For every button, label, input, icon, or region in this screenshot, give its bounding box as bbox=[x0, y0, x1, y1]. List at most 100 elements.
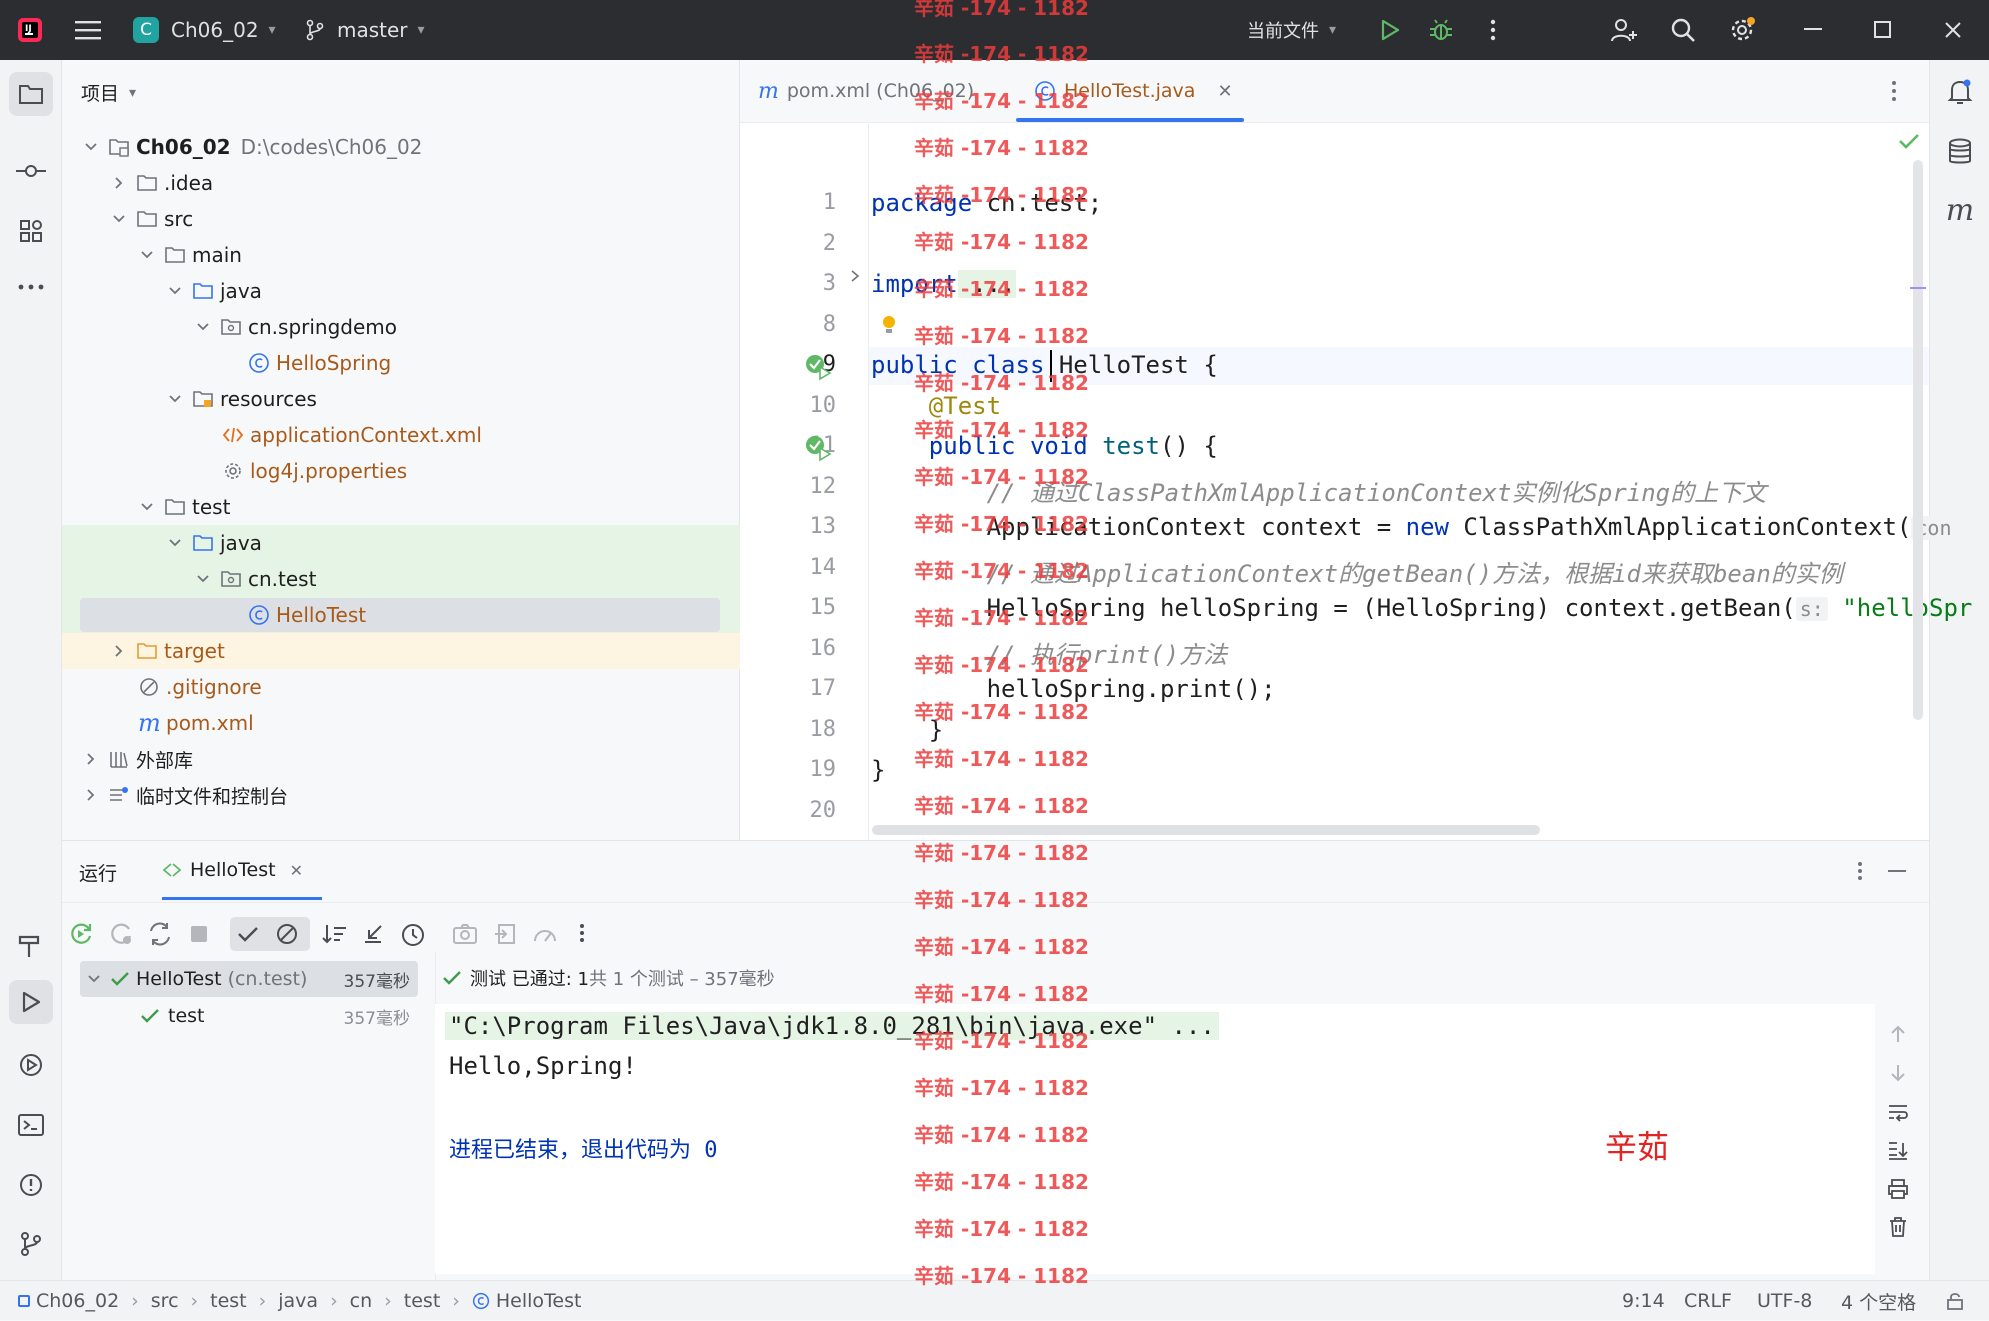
show-passed-icon[interactable] bbox=[236, 923, 260, 945]
code-line-3[interactable]: import ... bbox=[871, 270, 1016, 298]
tree-item-main-java[interactable]: java bbox=[62, 273, 740, 309]
breadcrumb-item[interactable]: java bbox=[278, 1290, 318, 1312]
settings-gear-icon[interactable] bbox=[1722, 10, 1762, 50]
maven-tool-icon[interactable]: m bbox=[1940, 190, 1980, 230]
more-tools-icon[interactable] bbox=[11, 267, 51, 307]
tree-item-test[interactable]: test bbox=[62, 489, 740, 525]
breadcrumb-item[interactable]: cn bbox=[350, 1290, 373, 1312]
tree-item-cn-test[interactable]: cn.test bbox=[62, 561, 740, 597]
tree-item-scratches[interactable]: 临时文件和控制台 bbox=[62, 777, 740, 813]
coverage-icon[interactable] bbox=[532, 923, 558, 947]
fold-chevron-icon[interactable] bbox=[848, 268, 862, 284]
tree-item-hellotest[interactable]: HelloTest bbox=[80, 598, 720, 632]
code-line-19[interactable]: } bbox=[871, 756, 885, 784]
test-tree-item-test[interactable]: test 357毫秒 bbox=[80, 998, 418, 1034]
maximize-icon[interactable] bbox=[1863, 10, 1903, 50]
breadcrumb-item[interactable]: test bbox=[404, 1290, 441, 1312]
chevron-down-icon[interactable] bbox=[110, 210, 128, 228]
tree-item-target[interactable]: target bbox=[62, 633, 740, 669]
run-test-gutter-icon[interactable] bbox=[804, 353, 832, 381]
tree-item-applicationcontext[interactable]: applicationContext.xml bbox=[62, 417, 740, 453]
main-menu-icon[interactable] bbox=[68, 10, 108, 50]
chevron-down-icon[interactable] bbox=[166, 534, 184, 552]
build-tool-icon[interactable] bbox=[11, 926, 51, 966]
git-tool-icon[interactable] bbox=[11, 1224, 51, 1264]
project-tool-icon[interactable] bbox=[9, 72, 53, 116]
database-icon[interactable] bbox=[1940, 132, 1980, 172]
rerun-icon[interactable] bbox=[68, 921, 94, 947]
console-exit-line[interactable]: 进程已结束，退出代码为 0 bbox=[449, 1132, 718, 1164]
run-tool-icon[interactable] bbox=[9, 980, 53, 1024]
run-tab-hellotest[interactable]: HelloTest ✕ bbox=[162, 841, 322, 899]
chevron-down-icon[interactable] bbox=[138, 246, 156, 264]
tree-item-hellotest-row[interactable]: HelloTest bbox=[62, 597, 740, 633]
cursor-position[interactable]: 9:14 bbox=[1622, 1281, 1665, 1321]
services-tool-icon[interactable] bbox=[11, 1045, 51, 1085]
debug-icon[interactable] bbox=[1421, 10, 1461, 50]
run-config-selector[interactable]: 当前文件 ▾ bbox=[1247, 0, 1336, 60]
rerun-failed-icon[interactable] bbox=[108, 921, 134, 947]
tree-item-pom[interactable]: m pom.xml bbox=[62, 705, 740, 741]
code-line-14[interactable]: // 通过ApplicationContext的getBean()方法，根据id… bbox=[871, 554, 1843, 589]
tree-item-test-java[interactable]: java bbox=[62, 525, 740, 561]
terminal-tool-icon[interactable] bbox=[11, 1105, 51, 1145]
indent-setting[interactable]: 4 个空格 bbox=[1841, 1281, 1916, 1321]
chevron-right-icon[interactable] bbox=[110, 642, 128, 660]
horizontal-scrollbar[interactable] bbox=[872, 825, 1540, 835]
tree-item-project-root[interactable]: Ch06_02 D:\codes\Ch06_02 bbox=[62, 129, 740, 165]
breadcrumb-item[interactable]: Ch06_02 bbox=[36, 1290, 119, 1312]
breadcrumb-item[interactable]: test bbox=[210, 1290, 247, 1312]
sort-icon[interactable] bbox=[322, 922, 348, 946]
add-user-icon[interactable] bbox=[1604, 10, 1644, 50]
clear-console-icon[interactable] bbox=[1888, 1216, 1908, 1238]
chevron-down-icon[interactable] bbox=[194, 318, 212, 336]
tree-item-log4j[interactable]: log4j.properties bbox=[62, 453, 740, 489]
screenshot-icon[interactable] bbox=[452, 923, 478, 945]
scroll-to-end-icon[interactable] bbox=[1887, 1140, 1909, 1160]
console-output[interactable]: "C:\Program Files\Java\jdk1.8.0_281\bin\… bbox=[435, 1004, 1875, 1274]
stop-icon[interactable] bbox=[188, 923, 210, 945]
tree-item-main[interactable]: main bbox=[62, 237, 740, 273]
hide-panel-icon[interactable] bbox=[1888, 870, 1906, 872]
more-run-actions-icon[interactable] bbox=[579, 923, 585, 943]
problems-tool-icon[interactable] bbox=[11, 1165, 51, 1205]
chevron-right-icon[interactable] bbox=[82, 786, 100, 804]
chevron-right-icon[interactable] bbox=[82, 750, 100, 768]
print-icon[interactable] bbox=[1887, 1178, 1909, 1200]
lock-icon[interactable] bbox=[1945, 1281, 1965, 1321]
run-icon[interactable] bbox=[1370, 10, 1410, 50]
chevron-down-icon[interactable] bbox=[82, 138, 100, 156]
console-output-line[interactable]: Hello,Spring! bbox=[449, 1052, 637, 1080]
close-tab-icon[interactable]: ✕ bbox=[1217, 81, 1232, 102]
code-line-13[interactable]: ApplicationContext context = new ClassPa… bbox=[871, 513, 1956, 541]
soft-wrap-icon[interactable] bbox=[1887, 1102, 1909, 1122]
run-test-gutter-icon[interactable] bbox=[804, 434, 832, 462]
project-switcher[interactable]: C Ch06_02 ▾ bbox=[133, 0, 276, 60]
chevron-down-icon[interactable] bbox=[138, 498, 156, 516]
code-line-10[interactable]: @Test bbox=[871, 392, 1001, 420]
collapse-icon[interactable] bbox=[361, 922, 385, 946]
tab-pom-xml[interactable]: m pom.xml (Ch06_02) bbox=[758, 60, 974, 122]
test-tree-item-hellotest[interactable]: HelloTest (cn.test) 357毫秒 bbox=[80, 961, 418, 997]
tree-item-src[interactable]: src bbox=[62, 201, 740, 237]
tree-item-gitignore[interactable]: .gitignore bbox=[62, 669, 740, 705]
structure-tool-icon[interactable] bbox=[11, 211, 51, 251]
inspection-ok-icon[interactable] bbox=[1898, 132, 1920, 150]
tree-item-cn-springdemo[interactable]: cn.springdemo bbox=[62, 309, 740, 345]
search-icon[interactable] bbox=[1663, 10, 1703, 50]
history-icon[interactable] bbox=[400, 922, 426, 948]
tree-item-resources[interactable]: resources bbox=[62, 381, 740, 417]
editor-tabs-more-icon[interactable] bbox=[1891, 80, 1897, 102]
ide-logo-icon[interactable]: IJ bbox=[10, 10, 50, 50]
intention-bulb-icon[interactable] bbox=[880, 313, 898, 337]
breadcrumb-item[interactable]: src bbox=[151, 1290, 179, 1312]
code-line-17[interactable]: helloSpring.print(); bbox=[871, 675, 1276, 703]
tree-item-hellospring[interactable]: HelloSpring bbox=[62, 345, 740, 381]
notifications-icon[interactable] bbox=[1940, 72, 1980, 112]
code-line-15[interactable]: HelloSpring helloSpring = (HelloSpring) … bbox=[871, 594, 1973, 622]
import-results-icon[interactable] bbox=[493, 922, 517, 946]
chevron-down-icon[interactable] bbox=[166, 282, 184, 300]
code-line-1[interactable]: package cn.test; bbox=[871, 189, 1102, 217]
code-line-11[interactable]: public void test() { bbox=[871, 432, 1218, 460]
scroll-down-icon[interactable] bbox=[1888, 1063, 1908, 1083]
